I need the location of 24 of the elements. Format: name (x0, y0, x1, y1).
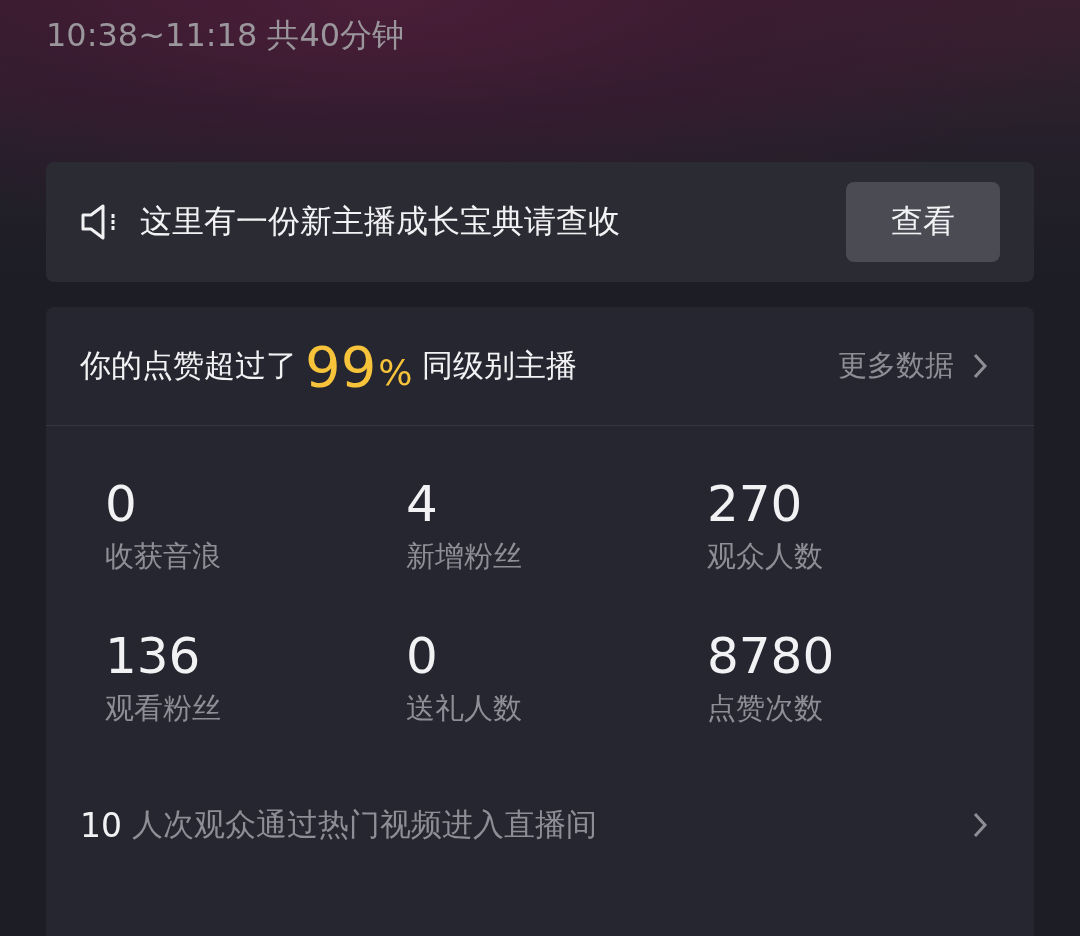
chevron-right-icon (972, 352, 988, 380)
stat-label: 点赞次数 (707, 690, 823, 727)
percent-value: 99 (305, 333, 377, 399)
stat-value: 0 (406, 626, 438, 687)
percent-sign: % (378, 351, 413, 393)
more-data-link[interactable]: 更多数据 (838, 346, 988, 386)
stat-value: 8780 (707, 626, 835, 687)
stat-label: 新增粉丝 (406, 538, 522, 575)
stat-value: 4 (406, 474, 438, 535)
session-time: 10:38~11:18 共40分钟 (46, 15, 406, 56)
referral-count: 10 (80, 805, 122, 845)
summary-prefix: 你的点赞超过了 (80, 346, 297, 385)
stat-label: 观看粉丝 (105, 690, 221, 727)
view-button[interactable]: 查看 (846, 182, 1000, 262)
stat-label: 送礼人数 (406, 690, 522, 727)
stat-value: 270 (707, 474, 803, 535)
stat-value: 0 (105, 474, 137, 535)
referral-text: 人次观众通过热门视频进入直播间 (132, 805, 597, 844)
summary-suffix: 同级别主播 (422, 346, 578, 385)
stat-value: 136 (105, 626, 201, 687)
notice-text: 这里有一份新主播成长宝典请查收 (140, 201, 621, 242)
stat-label: 观众人数 (707, 538, 823, 575)
chevron-right-icon (972, 811, 988, 839)
stat-label: 收获音浪 (105, 538, 221, 575)
